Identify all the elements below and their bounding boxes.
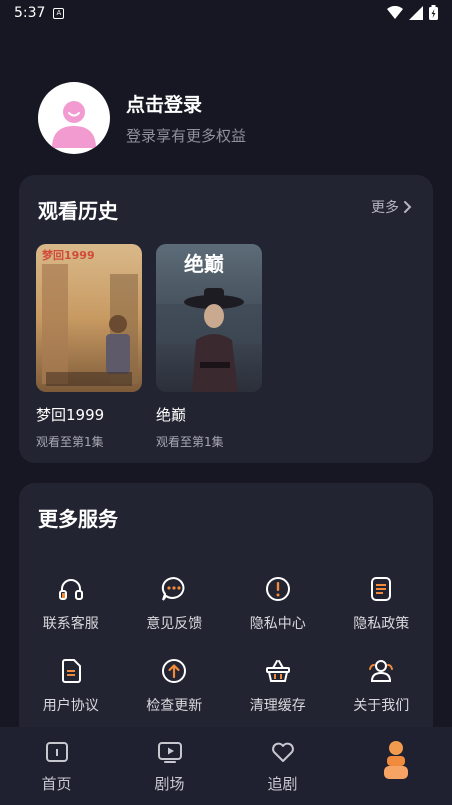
bottom-tab-bar: 首页 剧场 追剧: [0, 727, 452, 805]
poster-caption: 绝巅: [184, 252, 224, 276]
more-services-card: 更多服务 联系客服 意见反馈 隐私中心 隐私政策 用户协议 检查更新 清理缓存 …: [19, 483, 433, 743]
service-user-agreement[interactable]: 用户协议: [19, 657, 123, 715]
poster-caption: 梦回1999: [42, 249, 95, 262]
tab-home[interactable]: 首页: [0, 727, 113, 805]
theater-icon: [157, 742, 182, 763]
document-icon: [371, 577, 392, 601]
status-bar: 5:37 A: [0, 0, 452, 26]
headset-icon: [58, 579, 83, 600]
service-label: 隐私政策: [353, 616, 410, 632]
service-label: 检查更新: [146, 698, 203, 714]
service-about-us[interactable]: 关于我们: [330, 657, 434, 715]
service-label: 用户协议: [42, 698, 99, 714]
poster-image[interactable]: 梦回1999: [36, 244, 142, 392]
service-label: 联系客服: [42, 616, 99, 632]
more-services-title: 更多服务: [38, 507, 118, 531]
tab-label: 首页: [41, 775, 72, 793]
wifi-icon: [387, 5, 403, 19]
services-grid: 联系客服 意见反馈 隐私中心 隐私政策 用户协议 检查更新 清理缓存 关于我们: [19, 575, 433, 715]
basket-icon: [265, 660, 290, 682]
home-icon: [45, 742, 68, 762]
service-check-update[interactable]: 检查更新: [123, 657, 227, 715]
watch-history-card: 观看历史 更多 梦回1999 梦回1999 观看至第1集 绝巅 绝巅 观看至第1…: [19, 175, 433, 463]
poster-image[interactable]: 绝巅: [156, 244, 262, 392]
tab-profile[interactable]: [339, 727, 452, 805]
drama-title: 绝巅: [156, 406, 187, 424]
agreement-icon: [61, 659, 81, 683]
service-label: 关于我们: [353, 698, 410, 714]
service-label: 意见反馈: [146, 616, 203, 632]
login-title[interactable]: 点击登录: [126, 90, 246, 117]
notification-icon: A: [53, 7, 65, 19]
watch-progress: 观看至第1集: [156, 435, 224, 449]
tab-theater[interactable]: 剧场: [113, 727, 226, 805]
service-label: 清理缓存: [249, 698, 306, 714]
battery-icon: [429, 5, 438, 20]
update-icon: [162, 659, 187, 683]
watch-progress: 观看至第1集: [36, 435, 104, 449]
profile-icon: [383, 741, 408, 779]
more-label: 更多: [371, 200, 399, 216]
poster-art: [36, 244, 142, 392]
users-icon: [369, 660, 394, 682]
service-feedback[interactable]: 意见反馈: [123, 575, 227, 633]
history-list: 梦回1999 梦回1999 观看至第1集 绝巅 绝巅 观看至第1集: [36, 244, 262, 450]
service-privacy-policy[interactable]: 隐私政策: [330, 575, 434, 633]
service-clear-cache[interactable]: 清理缓存: [226, 657, 330, 715]
login-subtitle: 登录享有更多权益: [126, 127, 247, 145]
tab-following[interactable]: 追剧: [226, 727, 339, 805]
alert-icon: [265, 577, 290, 601]
drama-title: 梦回1999: [36, 406, 105, 424]
service-label: 隐私中心: [249, 616, 306, 632]
status-time: 5:37: [14, 5, 46, 21]
signal-icon: [409, 5, 423, 20]
status-indicators: [387, 5, 438, 20]
history-item[interactable]: 绝巅 绝巅 观看至第1集: [156, 244, 262, 450]
login-section[interactable]: 点击登录 登录享有更多权益: [38, 82, 246, 154]
tab-label: 追剧: [267, 775, 298, 793]
feedback-icon: [162, 576, 185, 601]
more-button[interactable]: 更多: [371, 197, 413, 217]
watch-history-title: 观看历史: [38, 199, 118, 223]
history-item[interactable]: 梦回1999 梦回1999 观看至第1集: [36, 244, 142, 450]
avatar[interactable]: [38, 82, 110, 154]
tab-label: 剧场: [154, 775, 185, 793]
service-privacy-center[interactable]: 隐私中心: [226, 575, 330, 633]
chevron-right-icon: [404, 201, 412, 213]
service-contact-support[interactable]: 联系客服: [19, 575, 123, 633]
heart-icon: [271, 742, 294, 762]
avatar-icon: [42, 86, 106, 150]
